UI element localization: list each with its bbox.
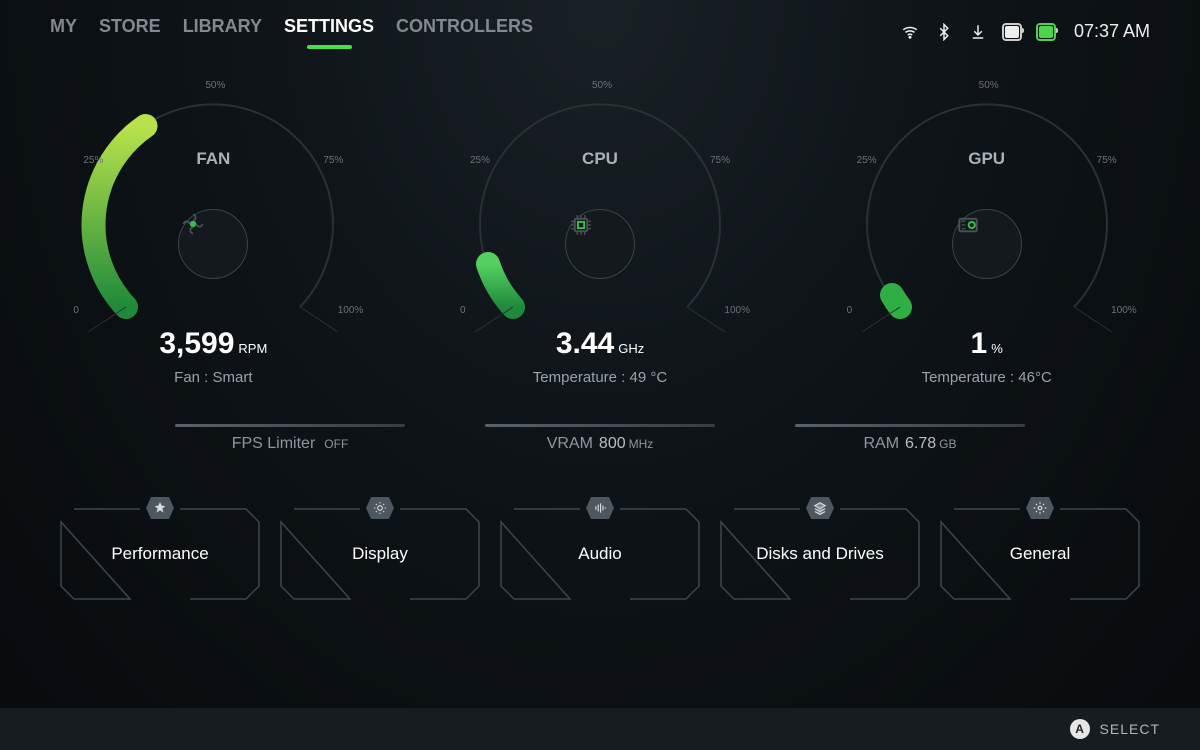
fps-limiter-indicator[interactable]: FPS LimiterOFF [175, 424, 405, 453]
gpu-subtitle: Temperature : 46°C [922, 369, 1052, 386]
wifi-icon [900, 23, 920, 41]
status-bar: 07:37 AM [900, 21, 1150, 42]
battery-handheld-icon [1036, 23, 1056, 41]
nav-tab-controllers[interactable]: CONTROLLERS [396, 16, 533, 47]
stack-icon [806, 497, 834, 519]
tile-display[interactable]: Display [280, 508, 480, 600]
vram-indicator[interactable]: VRAM800MHz [485, 424, 715, 453]
gpu-icon [952, 209, 1022, 279]
cpu-icon [565, 209, 635, 279]
equalizer-icon [586, 497, 614, 519]
gear-icon [1026, 497, 1054, 519]
rocket-icon [146, 497, 174, 519]
footer-bar: A SELECT [0, 708, 1200, 750]
clock: 07:37 AM [1074, 21, 1150, 42]
a-button-icon: A [1070, 719, 1090, 739]
fan-gauge[interactable]: FAN 50% 25% 75% 0 100% 3,599RPM Fan : Sm… [20, 77, 407, 386]
nav-tab-my[interactable]: MY [50, 16, 77, 47]
gpu-gauge[interactable]: GPU 50% 25% 75% 0 100% 1% Temperature : … [793, 77, 1180, 386]
ram-indicator[interactable]: RAM6.78GB [795, 424, 1025, 453]
download-icon [968, 23, 988, 41]
tile-performance[interactable]: Performance [60, 508, 260, 600]
fan-icon [178, 209, 248, 279]
brightness-icon [366, 497, 394, 519]
bluetooth-icon [934, 23, 954, 41]
top-nav: MY STORE LIBRARY SETTINGS CONTROLLERS [50, 16, 533, 47]
fan-subtitle: Fan : Smart [174, 369, 252, 386]
battery-icon [1002, 23, 1022, 41]
tile-audio[interactable]: Audio [500, 508, 700, 600]
tile-disks[interactable]: Disks and Drives [720, 508, 920, 600]
nav-tab-library[interactable]: LIBRARY [183, 16, 262, 47]
select-hint[interactable]: SELECT [1100, 721, 1160, 737]
nav-tab-store[interactable]: STORE [99, 16, 161, 47]
tile-general[interactable]: General [940, 508, 1140, 600]
cpu-gauge[interactable]: CPU 50% 25% 75% 0 100% 3.44GHz Temperatu… [407, 77, 794, 386]
cpu-subtitle: Temperature : 49 °C [533, 369, 667, 386]
nav-tab-settings[interactable]: SETTINGS [284, 16, 374, 47]
